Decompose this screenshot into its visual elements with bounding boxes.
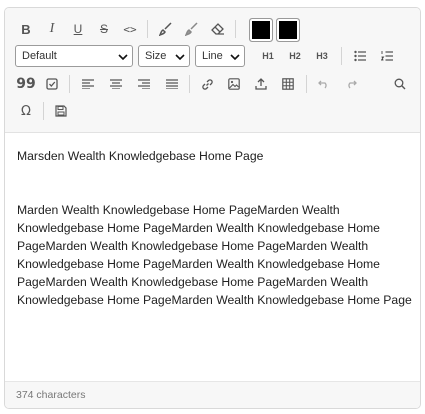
chevron-down-icon: [175, 54, 185, 61]
image-icon: [228, 78, 240, 90]
chevron-down-icon: [118, 54, 128, 61]
line-height-value: Line: [202, 50, 223, 62]
paragraph-line: PageMarden Wealth Knowledgebase Home Pag…: [17, 275, 369, 289]
special-characters-button[interactable]: Ω: [15, 98, 37, 124]
numbered-list-icon: [380, 51, 393, 61]
font-size-value: Size: [145, 50, 167, 62]
fill-icon: [185, 22, 198, 36]
fill-button[interactable]: [181, 16, 203, 42]
omega-icon: Ω: [21, 103, 31, 119]
h1-icon: H1: [262, 51, 274, 61]
line-height-select[interactable]: Line: [195, 45, 245, 67]
italic-button[interactable]: I: [41, 16, 63, 42]
eraser-button[interactable]: [207, 16, 229, 42]
title-line: Marsden Wealth Knowledgebase Home Page: [17, 149, 264, 163]
highlight-color-button[interactable]: [276, 18, 300, 42]
editor-content[interactable]: Marsden Wealth Knowledgebase Home Page M…: [5, 133, 420, 381]
paragraph-line: PageMarden Wealth Knowledgebase Home Pag…: [17, 239, 369, 253]
code-icon: <>: [123, 22, 137, 36]
paragraph-line: Marden Wealth Knowledgebase Home PageMar…: [17, 203, 340, 217]
bulleted-list-icon: [353, 50, 366, 62]
checkbox-icon: [46, 78, 58, 90]
toolbar-separator: [147, 20, 148, 38]
align-right-button[interactable]: [133, 71, 155, 97]
undo-icon: [318, 80, 327, 89]
toolbar-separator: [69, 75, 70, 93]
align-left-button[interactable]: [77, 71, 99, 97]
paragraph-line: Knowledgebase Home PageMarden Wealth Kno…: [17, 221, 380, 235]
search-icon: [394, 78, 406, 90]
font-family-value: Default: [22, 50, 57, 62]
chevron-down-icon: [230, 54, 240, 61]
toolbar-separator: [43, 102, 44, 120]
bold-button[interactable]: B: [15, 16, 37, 42]
justify-button[interactable]: [161, 71, 183, 97]
editor-status-bar: 374 characters: [5, 381, 420, 408]
brush-button[interactable]: [155, 16, 177, 42]
bulleted-list-button[interactable]: [349, 43, 371, 69]
save-button[interactable]: [50, 98, 72, 124]
heading-3-button[interactable]: H3: [311, 43, 333, 69]
paragraph-line: Knowledgebase Home PageMarden Wealth Kno…: [17, 293, 412, 307]
heading-2-button[interactable]: H2: [284, 43, 306, 69]
strikethrough-icon: S: [99, 22, 108, 36]
code-button[interactable]: <>: [119, 16, 141, 42]
justify-icon: [166, 79, 178, 89]
toolbar-separator: [306, 75, 307, 93]
table-button[interactable]: [277, 71, 299, 97]
toolbar-separator: [235, 20, 236, 38]
link-icon: [201, 78, 213, 90]
rich-text-editor: B I U S <> Default Size Line H1 H2 H3 99…: [4, 7, 421, 409]
table-icon: [282, 78, 294, 90]
font-family-select[interactable]: Default: [15, 45, 133, 67]
image-button[interactable]: [223, 71, 245, 97]
align-center-icon: [110, 79, 122, 89]
search-button[interactable]: [389, 71, 411, 97]
numbered-list-button[interactable]: [376, 43, 398, 69]
underline-icon: U: [73, 22, 83, 36]
underline-button[interactable]: U: [67, 16, 89, 42]
heading-1-button[interactable]: H1: [257, 43, 279, 69]
italic-icon: I: [49, 21, 55, 36]
redo-button[interactable]: [340, 71, 362, 97]
save-icon: [55, 105, 67, 117]
redo-icon: [348, 80, 357, 89]
blockquote-button[interactable]: 99: [15, 71, 37, 97]
brush-icon: [159, 22, 172, 36]
eraser-icon: [211, 23, 224, 35]
paragraph-line: Knowledgebase Home PageMarden Wealth Kno…: [17, 257, 380, 271]
text-color-button[interactable]: [249, 18, 273, 42]
undo-button[interactable]: [313, 71, 335, 97]
h3-icon: H3: [316, 51, 328, 61]
align-center-button[interactable]: [105, 71, 127, 97]
font-size-select[interactable]: Size: [138, 45, 190, 67]
toolbar-separator: [189, 75, 190, 93]
quote-icon: 99: [16, 76, 36, 92]
upload-icon: [255, 78, 267, 90]
toolbar-separator: [341, 47, 342, 65]
h2-icon: H2: [289, 51, 301, 61]
checklist-button[interactable]: [41, 71, 63, 97]
upload-button[interactable]: [250, 71, 272, 97]
align-left-icon: [82, 79, 94, 89]
bold-icon: B: [21, 21, 31, 37]
character-count: 374 characters: [16, 389, 86, 401]
editor-toolbar: B I U S <> Default Size Line H1 H2 H3 99…: [5, 8, 420, 133]
align-right-icon: [138, 79, 150, 89]
strikethrough-button[interactable]: S: [93, 16, 115, 42]
link-button[interactable]: [196, 71, 218, 97]
